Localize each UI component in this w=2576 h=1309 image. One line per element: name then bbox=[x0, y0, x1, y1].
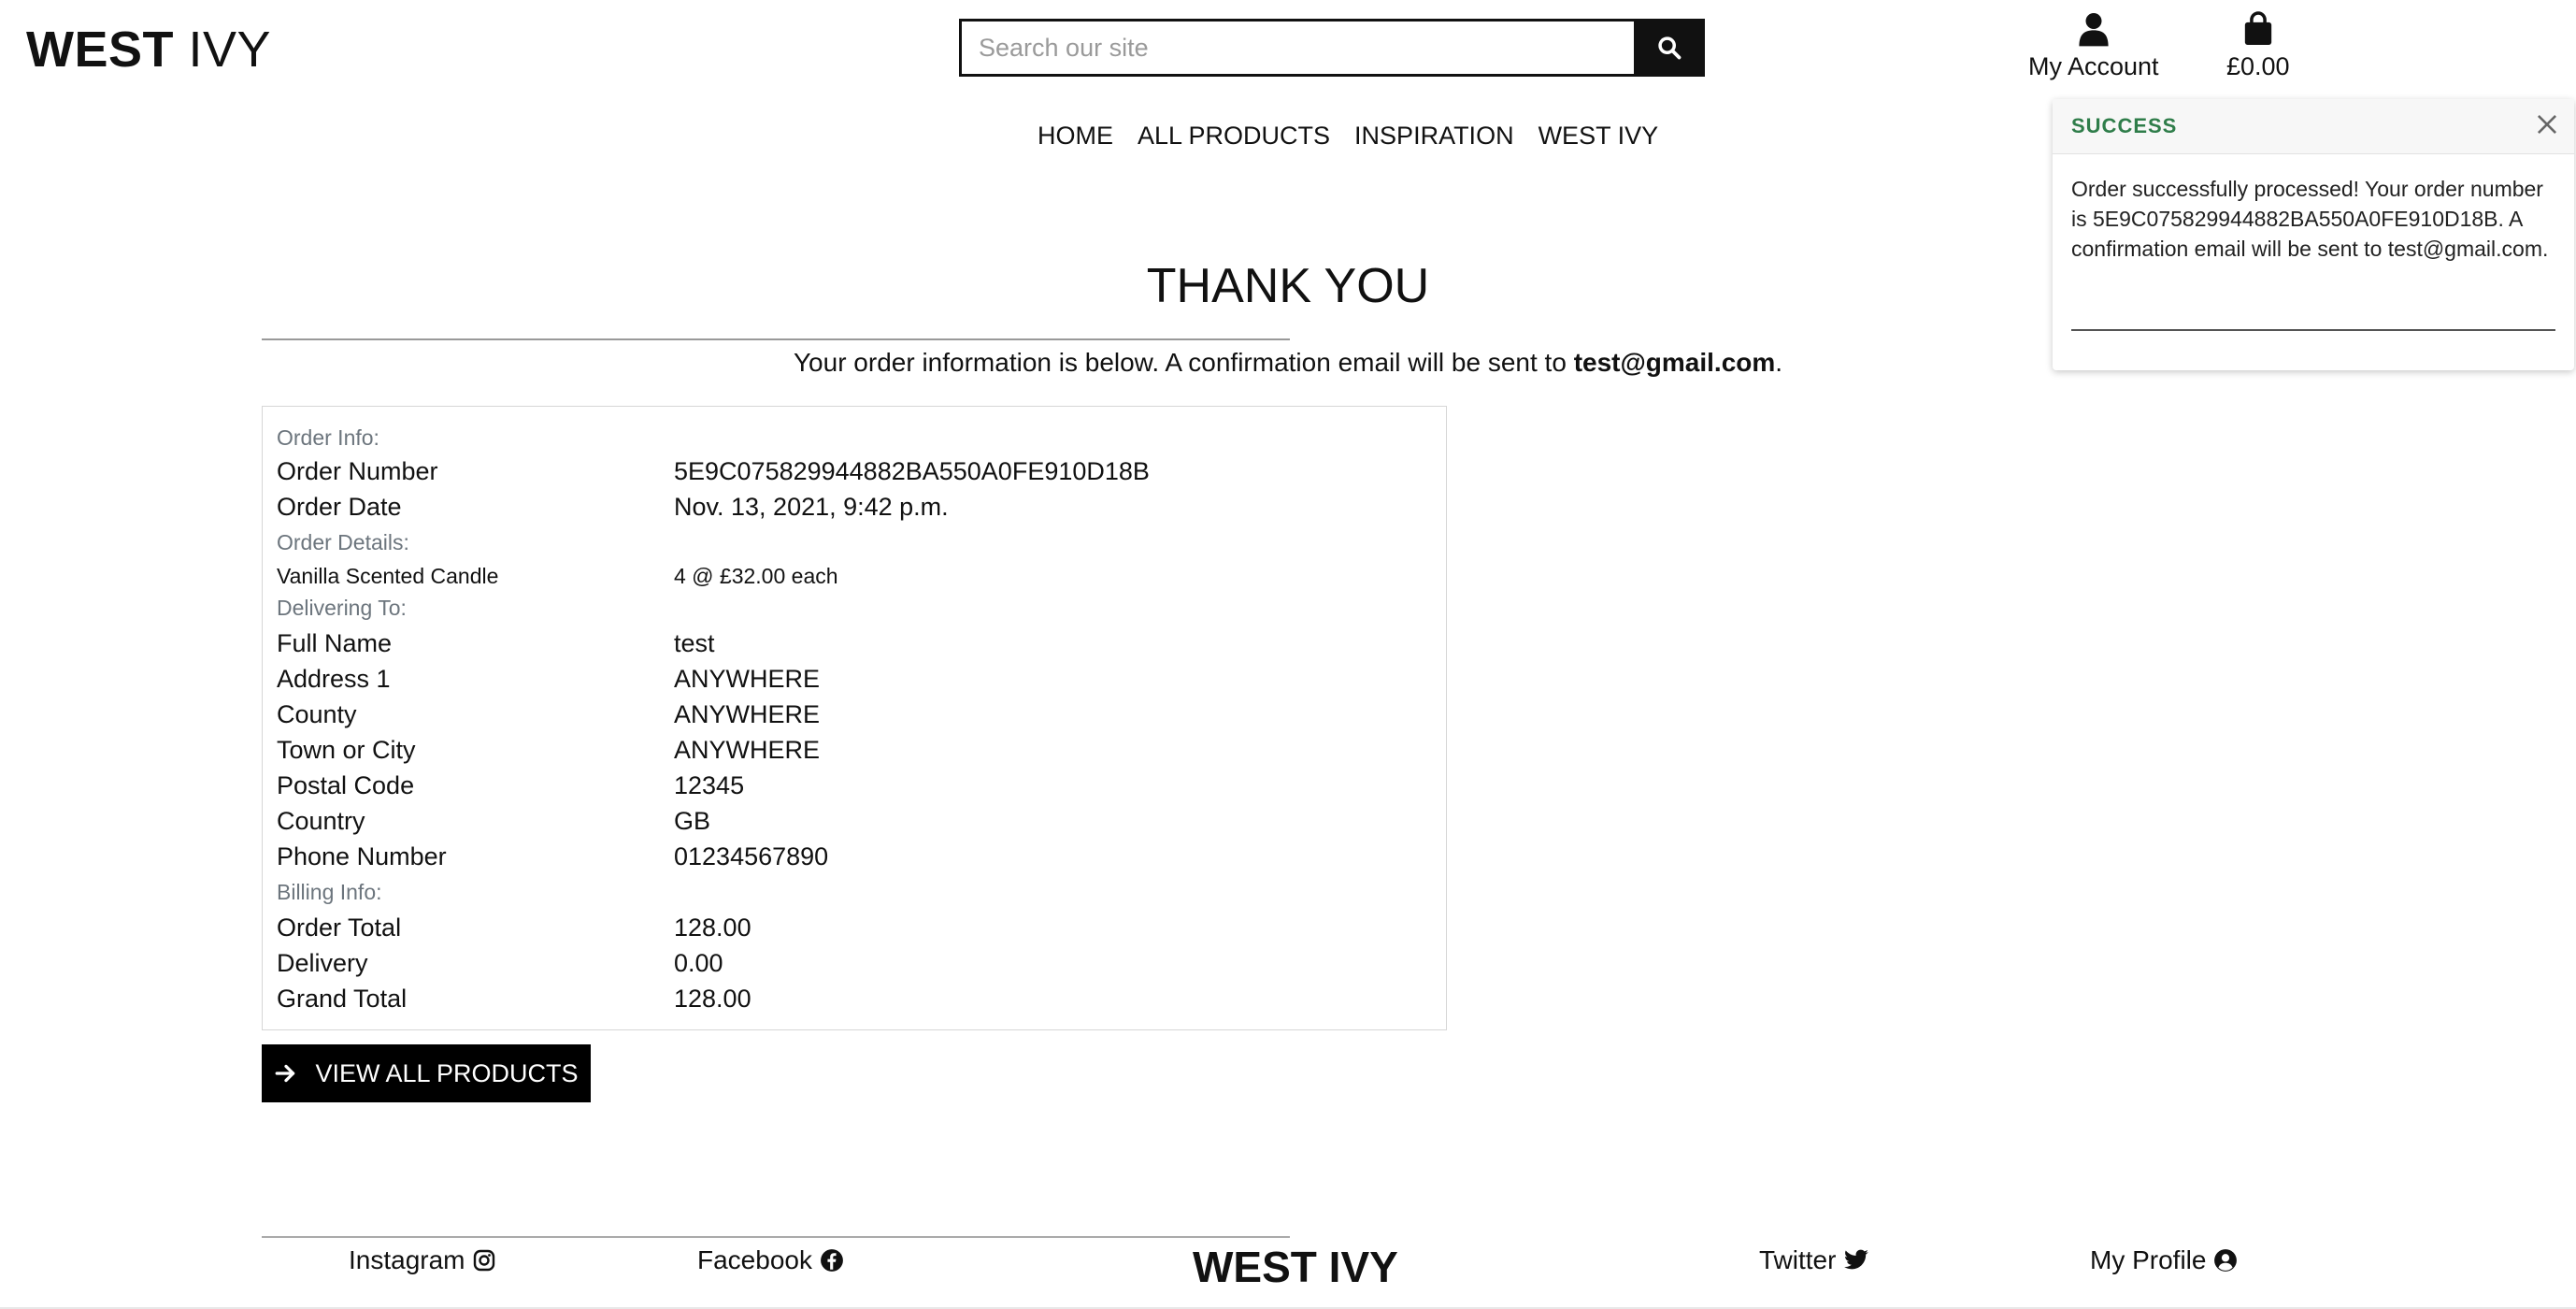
address1-value: ANYWHERE bbox=[674, 665, 821, 693]
logo-word-bold: WEST bbox=[26, 22, 174, 78]
row-label: Order Total bbox=[277, 913, 402, 942]
item-name: Vanilla Scented Candle bbox=[277, 564, 499, 588]
toast-header: SUCCESS bbox=[2053, 99, 2574, 154]
footer-logo-bold: WEST bbox=[1193, 1243, 1317, 1291]
row-label: Grand Total bbox=[277, 985, 408, 1013]
footer-logo-rest: IVY bbox=[1328, 1243, 1398, 1291]
county-row: County ANYWHERE bbox=[277, 700, 820, 729]
grand-total-value: 128.00 bbox=[674, 985, 751, 1013]
success-toast: SUCCESS Order successfully processed! Yo… bbox=[2053, 99, 2574, 370]
section-label-billing-info: Billing Info: bbox=[277, 880, 382, 904]
order-total-value: 128.00 bbox=[674, 913, 751, 942]
nav-item-west-ivy[interactable]: WEST IVY bbox=[1538, 122, 1659, 151]
arrow-right-icon bbox=[276, 1064, 295, 1083]
order-date-row: Order Date Nov. 13, 2021, 9:42 p.m. bbox=[277, 493, 949, 522]
delivery-row: Delivery 0.00 bbox=[277, 949, 723, 978]
order-number-row: Order Number 5E9C075829944882BA550A0FE910… bbox=[277, 457, 1150, 486]
nav-item-inspiration[interactable]: INSPIRATION bbox=[1354, 122, 1514, 151]
address1-row: Address 1 ANYWHERE bbox=[277, 665, 820, 694]
order-date-value: Nov. 13, 2021, 9:42 p.m. bbox=[674, 493, 949, 521]
grand-total-row: Grand Total 128.00 bbox=[277, 985, 751, 1014]
instagram-label: Instagram bbox=[349, 1245, 465, 1274]
logo-word-rest: IVY bbox=[188, 22, 272, 78]
country-row: Country GB bbox=[277, 807, 710, 836]
my-profile-label: My Profile bbox=[2090, 1245, 2207, 1274]
title-divider bbox=[262, 338, 1290, 340]
section-label-order-details: Order Details: bbox=[277, 530, 409, 554]
country-value: GB bbox=[674, 807, 711, 835]
facebook-label: Facebook bbox=[697, 1245, 812, 1274]
delivery-value: 0.00 bbox=[674, 949, 723, 977]
search-bar bbox=[959, 19, 1705, 77]
postal-code-value: 12345 bbox=[674, 771, 745, 799]
town-value: ANYWHERE bbox=[674, 736, 821, 764]
toast-progress-bar bbox=[2071, 329, 2555, 331]
instagram-icon bbox=[473, 1249, 494, 1272]
intro-text: Your order information is below. A confi… bbox=[793, 348, 1567, 377]
line-item-row: Vanilla Scented Candle 4 @ £32.00 each bbox=[277, 564, 838, 589]
row-label: Delivery bbox=[277, 949, 368, 977]
search-icon bbox=[1658, 36, 1682, 60]
intro-email: test@gmail.com bbox=[1573, 348, 1776, 377]
site-logo[interactable]: WEST IVY bbox=[26, 21, 271, 79]
facebook-icon bbox=[821, 1249, 843, 1272]
my-profile-link[interactable]: My Profile bbox=[2090, 1245, 2238, 1275]
search-button[interactable] bbox=[1634, 19, 1705, 77]
order-total-row: Order Total 128.00 bbox=[277, 913, 751, 942]
close-icon[interactable] bbox=[2535, 112, 2559, 141]
county-value: ANYWHERE bbox=[674, 700, 821, 728]
footer-divider bbox=[262, 1236, 1290, 1238]
cart-link[interactable]: £0.00 bbox=[2226, 11, 2290, 81]
toast-message: Order successfully processed! Your order… bbox=[2071, 177, 2549, 261]
row-label: Order Date bbox=[277, 493, 402, 521]
twitter-icon bbox=[1844, 1249, 1869, 1270]
phone-value: 01234567890 bbox=[674, 842, 829, 870]
instagram-link[interactable]: Instagram bbox=[349, 1245, 495, 1275]
my-account-link[interactable]: My Account bbox=[2028, 11, 2159, 81]
phone-row: Phone Number 01234567890 bbox=[277, 842, 828, 871]
cart-total: £0.00 bbox=[2226, 52, 2290, 80]
row-label: County bbox=[277, 700, 357, 728]
row-label: Order Number bbox=[277, 457, 438, 485]
page-title: THANK YOU bbox=[1146, 259, 1430, 313]
order-summary-card: Order Info: Order Number 5E9C075829944882… bbox=[262, 406, 1447, 1030]
row-label: Town or City bbox=[277, 736, 416, 764]
view-all-products-button[interactable]: VIEW ALL PRODUCTS bbox=[262, 1044, 591, 1102]
twitter-link[interactable]: Twitter bbox=[1759, 1245, 1869, 1275]
postal-code-row: Postal Code 12345 bbox=[277, 771, 744, 800]
toast-title: SUCCESS bbox=[2071, 114, 2178, 137]
section-label-order-info: Order Info: bbox=[277, 425, 379, 450]
main-nav: HOME ALL PRODUCTS INSPIRATION WEST IVY bbox=[1038, 122, 1658, 151]
shopping-bag-icon bbox=[2244, 11, 2271, 45]
intro-end: . bbox=[1775, 348, 1783, 377]
row-label: Country bbox=[277, 807, 365, 835]
section-label-delivering-to: Delivering To: bbox=[277, 596, 407, 620]
nav-item-all-products[interactable]: ALL PRODUCTS bbox=[1138, 122, 1330, 151]
twitter-label: Twitter bbox=[1759, 1245, 1837, 1274]
user-icon bbox=[2079, 13, 2109, 47]
row-label: Full Name bbox=[277, 629, 393, 657]
row-label: Phone Number bbox=[277, 842, 447, 870]
search-input[interactable] bbox=[959, 19, 1634, 77]
full-name-value: test bbox=[674, 629, 715, 657]
item-quantity: 4 @ £32.00 each bbox=[674, 564, 838, 588]
facebook-link[interactable]: Facebook bbox=[697, 1245, 844, 1275]
row-label: Postal Code bbox=[277, 771, 415, 799]
my-account-label: My Account bbox=[2028, 52, 2159, 80]
user-circle-icon bbox=[2214, 1249, 2238, 1272]
footer-logo[interactable]: WEST IVY bbox=[1193, 1242, 1398, 1292]
view-all-products-label: VIEW ALL PRODUCTS bbox=[315, 1058, 579, 1087]
nav-item-home[interactable]: HOME bbox=[1038, 122, 1113, 151]
order-number-value: 5E9C075829944882BA550A0FE910D18B bbox=[674, 457, 1150, 485]
full-name-row: Full Name test bbox=[277, 629, 715, 658]
row-label: Address 1 bbox=[277, 665, 391, 693]
confirmation-intro: Your order information is below. A confi… bbox=[0, 348, 2576, 378]
town-row: Town or City ANYWHERE bbox=[277, 736, 820, 765]
